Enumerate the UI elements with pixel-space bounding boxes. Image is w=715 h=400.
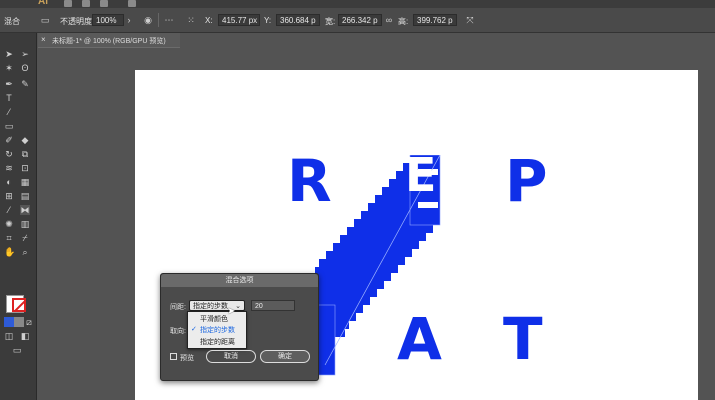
spacing-dropdown-menu: 平滑颜色 ✓ 指定的步数 指定的距离 [187, 311, 247, 349]
preview-label: 预览 [180, 355, 194, 362]
blend-tool-icon[interactable]: ⧓ [20, 205, 30, 215]
width-field[interactable]: 266.342 p [338, 14, 382, 26]
spacing-steps-input[interactable]: 20 [251, 300, 295, 311]
align-icon[interactable]: ⋯ [164, 15, 174, 25]
column-graph-tool-icon[interactable]: ▥ [20, 219, 30, 229]
scale-tool-icon[interactable]: ⧉ [20, 149, 30, 159]
curvature-tool-icon[interactable]: ✎ [20, 79, 30, 89]
app-menu-bar: Ai [0, 0, 715, 8]
pen-tool-icon[interactable]: ✒ [4, 79, 14, 89]
ok-button[interactable]: 确定 [260, 350, 310, 363]
magic-wand-tool-icon[interactable]: ✶ [4, 63, 14, 73]
menu-item-specified-steps[interactable]: 指定的步数 [200, 325, 235, 335]
free-transform-tool-icon[interactable]: ⊡ [20, 163, 30, 173]
close-icon[interactable]: × [41, 35, 46, 44]
eraser-tool-icon[interactable]: ◆ [20, 135, 30, 145]
menu-item-smooth-color[interactable]: 平滑颜色 [200, 314, 228, 324]
gpu-performance-icon[interactable] [128, 0, 136, 7]
reference-point-icon[interactable]: ⁙ [186, 15, 196, 25]
mouse-cursor-icon: ➤ [227, 306, 236, 317]
direct-selection-tool-icon[interactable]: ➢ [20, 49, 30, 59]
gradient-tool-icon[interactable]: ▤ [20, 191, 30, 201]
blend-options-dialog: 混合选项 间距: 指定的步数 ⌄ 20 取向: 平滑颜色 ✓ 指定的步数 指定的… [160, 273, 319, 381]
control-bar: 混合 ▭ 不透明度: 100% › ◉ ⋯ ⁙ X: 415.77 px Y: … [0, 8, 715, 33]
checkmark-icon: ✓ [191, 326, 197, 333]
opacity-label: 不透明度: [60, 17, 95, 26]
constrain-proportions-icon[interactable]: ∞ [384, 15, 394, 25]
line-tool-icon[interactable]: ⁄ [4, 107, 14, 117]
artwork-letter-e[interactable]: E [405, 152, 436, 198]
selection-tool-icon[interactable]: ➤ [4, 49, 14, 59]
artwork-letter-p[interactable]: P [505, 152, 548, 210]
stroke-swatch[interactable] [12, 298, 26, 312]
symbol-sprayer-tool-icon[interactable]: ✺ [4, 219, 14, 229]
spacing-select-value: 指定的步数 [193, 303, 228, 310]
perspective-grid-tool-icon[interactable]: ▦ [20, 177, 30, 187]
transform-icon[interactable]: ⤧ [465, 15, 475, 25]
spacing-select[interactable]: 指定的步数 ⌄ [189, 300, 245, 311]
none-mode-icon[interactable]: ⧄ [24, 317, 34, 327]
height-field[interactable]: 399.762 p [413, 14, 457, 26]
app-logo: Ai [38, 0, 48, 7]
dialog-title: 混合选项 [161, 274, 318, 287]
shape-builder-tool-icon[interactable]: ◐ [4, 177, 14, 187]
rotate-tool-icon[interactable]: ↻ [4, 149, 14, 159]
draw-mode-icon[interactable]: ◫ [4, 331, 14, 341]
document-title: 未标题-1* @ 100% (RGB/GPU 预览) [52, 38, 166, 45]
stroke-color-icon[interactable]: ▭ [40, 15, 50, 25]
preview-checkbox[interactable] [170, 353, 177, 360]
bridge-icon[interactable] [64, 0, 72, 7]
lasso-tool-icon[interactable]: ʘ [20, 63, 30, 73]
stock-icon[interactable] [82, 0, 90, 7]
artboard-tool-icon[interactable]: ⌗ [4, 233, 14, 243]
zoom-tool-icon[interactable]: ⌕ [20, 247, 30, 257]
y-field[interactable]: 360.684 p [276, 14, 320, 26]
orientation-label: 取向: [170, 328, 186, 335]
menu-item-specified-distance[interactable]: 指定的距离 [200, 337, 235, 347]
rectangle-tool-icon[interactable]: ▭ [4, 121, 14, 131]
divider [158, 13, 159, 27]
h-label: 高: [398, 17, 409, 26]
arrange-documents-icon[interactable] [100, 0, 108, 7]
selection-type-label: 混合 [4, 17, 20, 26]
paintbrush-tool-icon[interactable]: ✐ [4, 135, 14, 145]
spacing-label: 间距: [170, 304, 186, 311]
screen-mode-icon[interactable]: ▭ [12, 345, 22, 355]
opacity-field[interactable]: 100% [92, 14, 124, 26]
document-tab[interactable]: × 未标题-1* @ 100% (RGB/GPU 预览) [38, 33, 180, 48]
slice-tool-icon[interactable]: ⌿ [20, 233, 30, 243]
color-mode-icon[interactable] [4, 317, 14, 327]
y-label: Y: [264, 16, 272, 25]
chevron-right-icon[interactable]: › [124, 15, 134, 25]
hand-tool-icon[interactable]: ✋ [4, 247, 15, 257]
tools-panel: ➤ ➢ ✶ ʘ ✒ ✎ T ⁄ ▭ ✐ ◆ ↻ ⧉ ≋ ⊡ ◐ ▦ ⊞ ▤ ⁄ … [0, 33, 37, 400]
type-tool-icon[interactable]: T [4, 93, 14, 103]
w-label: 宽: [325, 17, 336, 26]
recolor-artwork-icon[interactable]: ◉ [143, 15, 153, 25]
x-label: X: [205, 16, 213, 25]
cancel-button[interactable]: 取消 [206, 350, 256, 363]
x-field[interactable]: 415.77 px [218, 14, 260, 26]
eyedropper-tool-icon[interactable]: ⁄ [4, 205, 14, 215]
artwork-letter-t[interactable]: T [503, 310, 543, 368]
width-tool-icon[interactable]: ≋ [4, 163, 14, 173]
gradient-mode-icon[interactable] [14, 317, 24, 327]
draw-inside-icon[interactable]: ◧ [20, 331, 30, 341]
mesh-tool-icon[interactable]: ⊞ [4, 191, 14, 201]
